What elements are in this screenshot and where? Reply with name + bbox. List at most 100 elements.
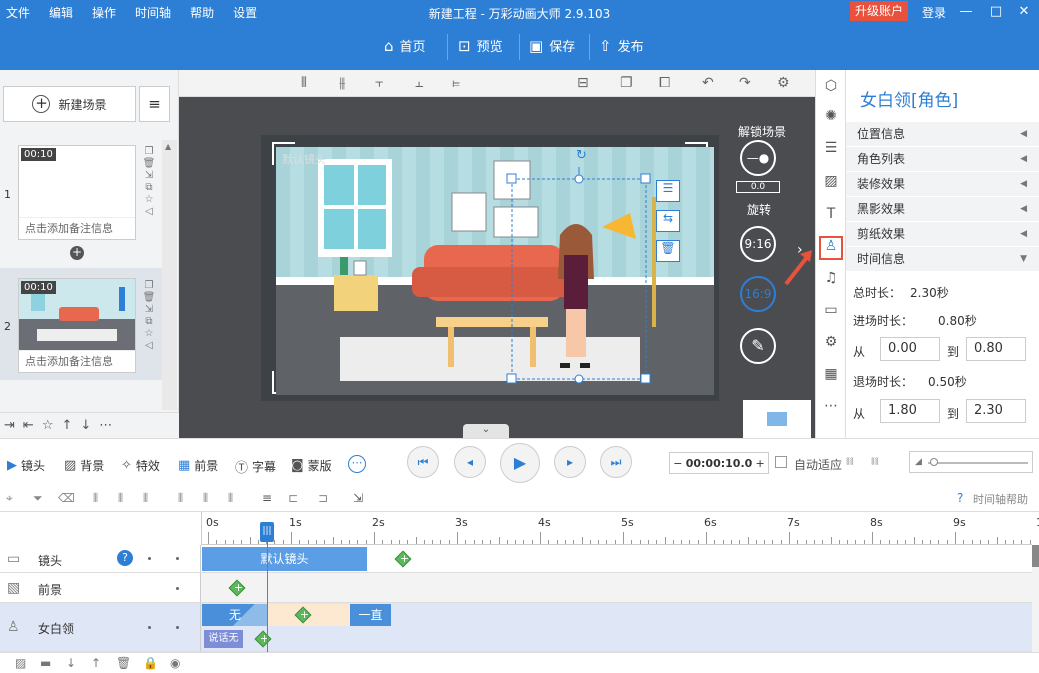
help-icon[interactable]: ? [957,491,963,505]
align-icon[interactable]: ⫴ [143,491,148,506]
camera-clip[interactable]: 默认镜头 [202,547,367,571]
help-icon[interactable]: ? [117,550,133,566]
preview-button[interactable]: ⊡ 预览 [458,36,503,56]
more-icon[interactable]: ⋯ [99,418,112,433]
star-icon[interactable]: ☆ [42,418,54,433]
folder-icon[interactable]: ▬ [40,656,51,670]
section-shadow[interactable]: 黑影效果 ◀ [846,197,1039,222]
tab-camera[interactable]: ▶ 镜头 [7,457,45,474]
rotate-handle-icon[interactable]: ↻ [576,148,587,163]
align-middle-icon[interactable]: ⫠ [415,75,423,91]
new-scene-button[interactable]: + 新建场景 [3,86,136,122]
export-icon[interactable]: ⇲ [141,170,157,181]
duplicate-icon[interactable]: ⧉ [141,182,157,193]
ratio-916-button[interactable]: 9:16 [740,226,776,262]
character-icon[interactable]: ♙ [819,236,843,260]
paste-icon[interactable]: ⧠ [659,75,670,91]
export-icon[interactable]: ⇲ [141,304,157,315]
move-up-icon[interactable]: ↑ [91,656,101,670]
import-icon[interactable]: ⇥ [4,418,15,433]
align-icon[interactable]: ⫴ [118,491,123,506]
effect-icon[interactable]: ✺ [822,108,840,126]
section-position[interactable]: 位置信息 ◀ [846,122,1039,147]
clear-icon[interactable]: ⌫ [58,491,75,505]
distribute-icon[interactable]: ⊐ [318,491,328,505]
copy-icon[interactable]: ❐ [141,280,157,291]
move-up-icon[interactable]: ↑ [61,418,72,433]
close-button[interactable]: ✕ [1014,2,1034,22]
delete-icon[interactable]: 🗑 [116,656,131,670]
star-icon[interactable]: ☆ [141,194,157,205]
add-keyframe-icon[interactable] [254,630,272,648]
distribute-icon[interactable]: ≡ [262,491,272,505]
align-center-icon[interactable]: ⫵ [339,75,345,91]
copy-icon[interactable]: ❐ [620,75,633,91]
widget-icon[interactable]: ⚙ [822,334,840,352]
scene-note[interactable]: 点击添加备注信息 [19,217,135,239]
tab-effects[interactable]: ✧ 特效 [121,457,160,474]
scene-thumbnail-1[interactable]: 00:10 点击添加备注信息 [18,145,136,240]
step-back-button[interactable]: ◂ [454,446,486,478]
fit-icon[interactable]: ⧛⧛ [846,455,854,469]
exit-from-input[interactable]: 1.80 [880,399,940,423]
auto-fit-checkbox[interactable] [775,456,787,468]
mini-map[interactable] [743,400,811,438]
image-folder-icon[interactable]: ▨ [15,656,26,670]
shape-icon[interactable]: ⬡ [822,78,840,96]
add-scene-icon[interactable]: + [70,246,84,260]
edit-icon[interactable]: ✎ [740,328,776,364]
ratio-169-button[interactable]: 16:9 [740,276,776,312]
minus-icon[interactable]: − [670,457,686,470]
home-button[interactable]: ⌂ 首页 [384,36,426,56]
enter-to-input[interactable]: 0.80 [966,337,1026,361]
zoom-fit-icon[interactable]: ⧛⧛ [871,455,879,469]
redo-icon[interactable]: ↷ [739,75,751,91]
picture-icon[interactable]: ▦ [822,366,840,384]
flip-icon[interactable]: ⇆ [656,210,680,232]
save-button[interactable]: ▣ 保存 [529,36,575,56]
section-papercut[interactable]: 剪纸效果 ◀ [846,222,1039,247]
scene-note[interactable]: 点击添加备注信息 [19,350,135,372]
settings-icon[interactable]: ⚙ [777,75,790,91]
undo-icon[interactable]: ↶ [702,75,714,91]
filter-icon[interactable]: ⏷ [33,491,43,506]
plus-icon[interactable]: + [752,457,768,470]
text-icon[interactable]: T [822,206,840,224]
duplicate-icon[interactable]: ⧉ [141,316,157,327]
align-icon[interactable]: ⫴ [178,491,183,506]
copy-icon[interactable]: ❐ [141,146,157,157]
distribute-icon[interactable]: ⫢ [452,75,460,91]
layer-menu-icon[interactable]: ☰ [656,180,680,202]
unlock-scene-label[interactable]: 解锁场景 [738,123,786,140]
exit-animation[interactable]: 一直 [350,604,391,626]
image-icon[interactable]: ▨ [822,173,840,191]
keyframe-icon[interactable]: ⌖ [6,491,13,506]
sound-icon[interactable]: ◁ [141,206,157,217]
distribute-icon[interactable]: ⊏ [288,491,298,505]
tab-mask[interactable]: ◙ 蒙版 [291,457,332,474]
delete-icon[interactable]: 🗑 [141,292,157,303]
dialog-clip[interactable]: 说话无 [204,630,243,648]
scene-thumbnail-2[interactable]: 00:10 点击添加备注信息 [18,278,136,373]
layers-icon[interactable]: ☰ [822,140,840,158]
speech-bubble-icon[interactable]: ▭ [822,302,840,320]
rewind-button[interactable]: ⏮ [407,446,439,478]
forward-button[interactable]: ⏭ [600,446,632,478]
lock-icon[interactable]: ⊟ [577,75,589,91]
delete-icon[interactable]: 🗑 [141,158,157,169]
sort-button[interactable]: ≡ [139,86,170,122]
music-icon[interactable]: ♫ [822,270,840,288]
more-tabs-icon[interactable]: ⋯ [348,455,366,473]
export-icon[interactable]: ⇲ [353,491,363,505]
align-icon[interactable]: ⫴ [203,491,208,506]
more-icon[interactable]: ⋯ [822,398,840,416]
collapse-timeline-icon[interactable]: ⌄ [463,424,509,438]
align-icon[interactable]: ⫴ [228,491,233,506]
playhead-handle[interactable]: ||| [260,522,274,542]
section-decoration[interactable]: 装修效果 ◀ [846,172,1039,197]
move-down-icon[interactable]: ↓ [80,418,91,433]
timeline-help-link[interactable]: 时间轴帮助 [973,491,1028,507]
add-keyframe-icon[interactable] [394,550,412,568]
section-role-list[interactable]: 角色列表 ◀ [846,147,1039,172]
add-keyframe-icon[interactable] [228,579,246,597]
